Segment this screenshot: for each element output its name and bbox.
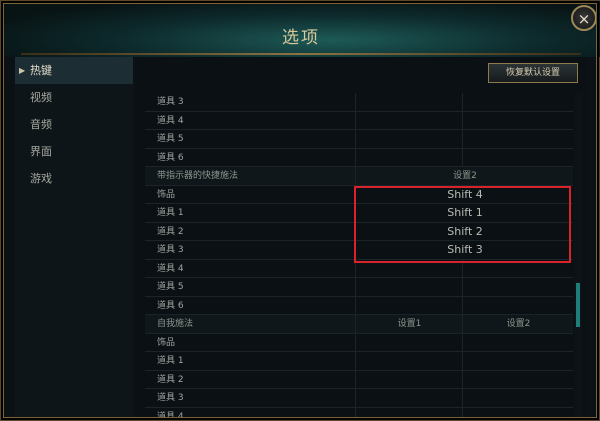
keybind-cell[interactable] [355,333,463,351]
keybind-cell[interactable] [462,352,573,370]
keybind-cell[interactable] [355,278,463,296]
table-row: 道具 4 [145,407,573,418]
row-label: 道具 5 [157,282,184,292]
sidebar-item-interface[interactable]: 界面 [15,138,133,165]
row-label: 道具 1 [157,356,184,366]
row-label: 道具 2 [157,374,184,385]
table-row: 道具 2 [145,370,573,389]
keybind-cell[interactable] [462,148,573,166]
row-label: 饰品 [157,337,176,348]
keybind-cell[interactable] [462,278,573,296]
keybind-cell[interactable]: Shift 2 [355,222,573,240]
table-row: 道具 4 [145,259,573,278]
scrollbar-thumb[interactable] [576,283,580,327]
sidebar-item-game[interactable]: 游戏 [15,165,133,192]
keybind-cell[interactable]: Shift 4 [355,185,573,203]
sidebar-item-label: 游戏 [30,172,52,185]
table-section-header: 自我施法 设置1 设置2 [145,315,573,334]
row-label: 道具 6 [157,152,184,163]
keybind-cell[interactable] [355,389,463,407]
row-label: 道具 4 [157,263,184,274]
keybind-cell[interactable] [355,352,463,370]
row-label: 道具 3 [157,393,184,403]
row-label: 饰品 [157,189,176,200]
keybind-cell[interactable] [355,407,463,417]
keybind-cell[interactable] [462,333,573,351]
keybind-cell[interactable] [462,259,573,277]
hotkey-panel: 恢复默认设置 道具 3 道具 4 道具 5 道具 6 带指示器的快捷施法 设置2 饰品 Shi… [137,57,587,417]
table-row: 道具 3 [145,93,573,112]
table-row: 道具 6 [145,148,573,167]
table-row: 道具 4 [145,111,573,130]
scrollbar[interactable] [574,93,582,417]
keybind-cell[interactable] [355,111,463,129]
row-label: 道具 3 [157,245,184,255]
row-label: 道具 1 [157,208,184,218]
row-label: 道具 5 [157,134,184,144]
sidebar-item-label: 视频 [30,91,52,104]
keybind-cell[interactable] [462,370,573,388]
hotkey-table: 道具 3 道具 4 道具 5 道具 6 带指示器的快捷施法 设置2 饰品 Shift 4 道具 … [145,93,573,417]
row-label: 道具 4 [157,115,184,126]
window-title: 选项 [282,28,320,48]
table-row: 道具 5 [145,130,573,149]
keybind-cell[interactable] [462,407,573,417]
keybind-cell[interactable]: Shift 1 [355,204,573,222]
keybind-cell[interactable] [355,259,463,277]
table-section-header: 带指示器的快捷施法 设置2 [145,167,573,186]
sidebar-item-hotkeys[interactable]: ▶ 热键 [15,57,133,84]
row-label: 道具 4 [157,411,184,418]
keybind-cell[interactable]: Shift 3 [355,241,573,259]
keybind-cell[interactable] [462,93,573,111]
reset-defaults-button[interactable]: 恢复默认设置 [488,63,578,83]
column-header: 设置2 [462,315,573,333]
row-label: 道具 6 [157,300,184,311]
keybind-cell[interactable] [462,389,573,407]
row-label: 道具 3 [157,97,184,107]
sidebar-item-audio[interactable]: 音频 [15,111,133,138]
row-label: 带指示器的快捷施法 [157,171,239,181]
row-label: 自我施法 [157,319,194,329]
keybind-cell[interactable] [462,111,573,129]
table-row: 道具 1 Shift 1 [145,204,573,223]
keybind-cell[interactable] [355,370,463,388]
table-row: 道具 1 [145,352,573,371]
sidebar-item-label: 音频 [30,118,52,131]
keybind-cell[interactable] [355,130,463,148]
sidebar: ▶ 热键 视频 音频 界面 游戏 [15,57,133,417]
keybind-cell[interactable] [462,296,573,314]
table-row: 道具 3 Shift 3 [145,241,573,260]
keybind-cell[interactable] [355,296,463,314]
title-divider [21,53,581,55]
keybind-cell[interactable] [355,148,463,166]
sidebar-item-video[interactable]: 视频 [15,84,133,111]
keybind-cell[interactable] [462,130,573,148]
table-row: 道具 3 [145,389,573,408]
column-header: 设置2 [355,167,573,185]
close-icon[interactable]: × [571,5,597,31]
row-label: 道具 2 [157,226,184,237]
keybind-cell[interactable] [355,93,463,111]
options-window: 选项 × ▶ 热键 视频 音频 界面 游戏 恢复默认设置 道具 3 道具 4 道具 … [0,0,600,421]
triangle-right-icon: ▶ [19,66,26,75]
sidebar-item-label: 热键 [30,64,52,77]
table-row: 饰品 Shift 4 [145,185,573,204]
table-row: 道具 5 [145,278,573,297]
table-row: 饰品 [145,333,573,352]
table-row: 道具 2 Shift 2 [145,222,573,241]
table-row: 道具 6 [145,296,573,315]
sidebar-item-label: 界面 [30,145,52,158]
title-bar: 选项 [1,1,600,57]
column-header: 设置1 [355,315,463,333]
